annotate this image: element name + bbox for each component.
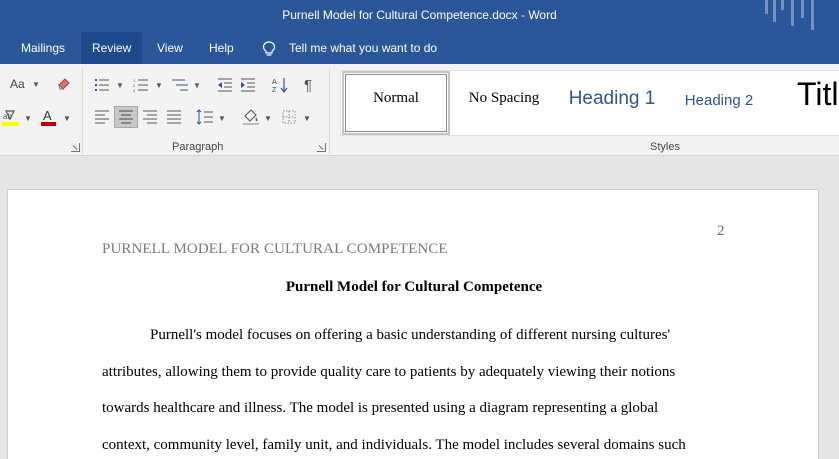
chevron-down-icon[interactable]: ▼ — [32, 80, 40, 89]
highlight-color-icon[interactable]: ab — [2, 108, 20, 128]
style-heading-2[interactable]: Heading 2 — [669, 71, 769, 135]
page-number: 2 — [717, 223, 725, 239]
show-formatting-marks-icon[interactable]: ¶ — [304, 77, 312, 94]
chevron-down-icon[interactable]: ▼ — [264, 114, 272, 123]
tell-me-label: Tell me what you want to do — [289, 41, 438, 55]
line-spacing-icon[interactable] — [196, 109, 214, 125]
chevron-down-icon[interactable]: ▼ — [218, 114, 226, 123]
document-title[interactable]: Purnell Model for Cultural Competence — [8, 279, 820, 296]
style-normal-label: Normal — [373, 90, 419, 106]
font-dialog-launcher-icon[interactable] — [71, 143, 80, 152]
title-bar-pattern — [761, 0, 821, 32]
multilevel-list-icon[interactable] — [171, 78, 189, 92]
align-right-icon[interactable] — [142, 110, 158, 124]
tab-view[interactable]: View — [146, 32, 194, 64]
styles-gallery: Normal No Spacing Heading 1 Heading 2 Ti… — [340, 70, 839, 136]
align-center-button[interactable] — [114, 106, 138, 128]
tab-review[interactable]: Review — [81, 32, 143, 64]
numbering-icon[interactable]: 1 2 3 — [133, 78, 149, 92]
group-divider — [329, 68, 330, 154]
increase-indent-icon[interactable] — [240, 78, 256, 92]
style-heading-2-label: Heading 2 — [684, 92, 754, 109]
running-head[interactable]: PURNELL MODEL FOR CULTURAL COMPETENCE — [102, 241, 448, 258]
svg-text:ab: ab — [3, 112, 12, 121]
style-no-spacing-label: No Spacing — [468, 90, 540, 106]
tab-mailings[interactable]: Mailings — [10, 32, 76, 64]
justify-icon[interactable] — [166, 110, 182, 124]
chevron-down-icon[interactable]: ▼ — [116, 81, 124, 90]
svg-text:Z: Z — [272, 87, 277, 93]
borders-icon[interactable] — [282, 110, 296, 124]
bullets-icon[interactable] — [94, 78, 110, 92]
svg-text:3: 3 — [133, 88, 136, 92]
chevron-down-icon[interactable]: ▼ — [193, 81, 201, 90]
change-case-label: Aa — [10, 77, 25, 91]
style-normal[interactable]: Normal — [342, 71, 450, 135]
align-left-icon[interactable] — [94, 110, 110, 124]
style-title[interactable]: Title — [787, 71, 839, 135]
svg-text:A: A — [43, 108, 52, 123]
group-divider — [82, 68, 83, 154]
title-bar: Purnell Model for Cultural Competence.do… — [0, 0, 839, 32]
body-text-line[interactable]: towards healthcare and illness. The mode… — [102, 400, 658, 417]
style-heading-1-label: Heading 1 — [568, 88, 656, 109]
chevron-down-icon[interactable]: ▼ — [63, 114, 71, 123]
change-case-button[interactable]: Aa — [10, 77, 25, 91]
window-title: Purnell Model for Cultural Competence.do… — [282, 8, 557, 22]
chevron-down-icon[interactable]: ▼ — [24, 114, 32, 123]
clear-formatting-icon[interactable] — [56, 76, 72, 92]
paragraph-group-label: Paragraph — [172, 141, 224, 153]
style-no-spacing[interactable]: No Spacing — [453, 71, 555, 135]
style-title-label: Title — [797, 76, 839, 112]
tab-help[interactable]: Help — [198, 32, 245, 64]
style-heading-1[interactable]: Heading 1 — [559, 71, 665, 135]
sort-icon[interactable]: A Z — [272, 77, 288, 93]
svg-text:A: A — [272, 79, 277, 86]
chevron-down-icon[interactable]: ▼ — [155, 81, 163, 90]
font-color-icon[interactable]: A — [40, 108, 58, 128]
shading-icon[interactable] — [242, 108, 260, 126]
lightbulb-icon — [262, 41, 276, 56]
document-page[interactable]: 2 PURNELL MODEL FOR CULTURAL COMPETENCE … — [7, 189, 819, 459]
decrease-indent-icon[interactable] — [217, 78, 233, 92]
body-text-line[interactable]: attributes, allowing them to provide qua… — [102, 364, 675, 381]
align-center-icon — [119, 110, 133, 124]
ribbon: Aa ▼ ab ▼ A ▼ ▼ 1 2 3 ▼ ▼ A Z ¶ ▼ ▼ ▼ Pa… — [0, 64, 839, 156]
paragraph-dialog-launcher-icon[interactable] — [317, 143, 326, 152]
document-area[interactable]: 2 PURNELL MODEL FOR CULTURAL COMPETENCE … — [0, 157, 839, 459]
chevron-down-icon[interactable]: ▼ — [303, 114, 311, 123]
styles-group-label: Styles — [650, 141, 680, 153]
body-text-line[interactable]: Purnell's model focuses on offering a ba… — [150, 327, 670, 344]
body-text-line[interactable]: context, community level, family unit, a… — [102, 437, 686, 454]
ribbon-tabs: Mailings Review View Help Tell me what y… — [0, 32, 839, 64]
